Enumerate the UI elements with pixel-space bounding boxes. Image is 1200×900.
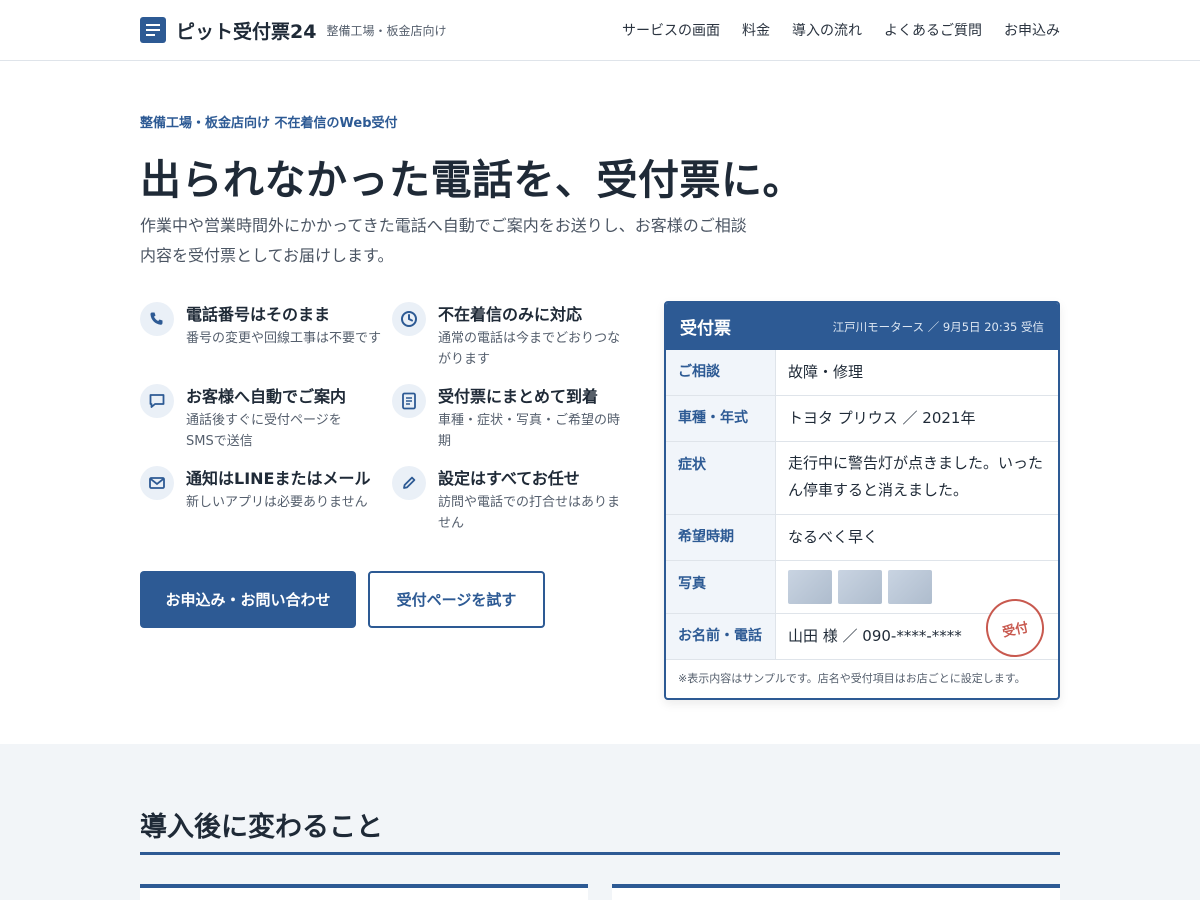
ticket-row-label: ご相談 <box>666 350 776 395</box>
ticket-row-value: 走行中に警告灯が点きました。いったん停車すると消えました。 <box>788 454 1044 499</box>
section-divider <box>140 852 1060 855</box>
ticket-row-value: トヨタ プリウス ／ 2021年 <box>788 409 976 427</box>
feature-title: 設定はすべてお任せ <box>438 469 580 488</box>
document-icon <box>392 384 426 418</box>
feature-title: 電話番号はそのまま <box>186 305 331 324</box>
hero-lead: 作業中や営業時間外にかかってきた電話へ自動でご案内をお送りし、お客様のご相談内容… <box>140 216 747 265</box>
ticket-row-value: 故障・修理 <box>788 363 864 381</box>
nav-link-screens[interactable]: サービスの画面 <box>622 20 720 40</box>
hero-section: 整備工場・板金店向け 不在着信のWeb受付 出られなかった電話を、受付票に。 作… <box>140 61 1060 744</box>
feature-item: 電話番号はそのまま 番号の変更や回線工事は不要です <box>140 302 392 370</box>
nav-link-flow[interactable]: 導入の流れ <box>792 20 862 40</box>
feature-desc: 番号の変更や回線工事は不要です <box>186 331 382 346</box>
ticket-row: 車種・年式 トヨタ プリウス ／ 2021年 <box>666 396 1058 442</box>
feature-item: 不在着信のみに対応 通常の電話は今までどおりつながります <box>392 302 640 370</box>
ticket-row-label: お名前・電話 <box>666 614 776 659</box>
main-nav: サービスの画面 料金 導入の流れ よくあるご質問 お申込み <box>622 20 1060 40</box>
mail-icon <box>140 466 174 500</box>
cta-row: お申込み・お問い合わせ 受付ページを試す <box>140 571 545 628</box>
brand-name: ピット受付票24 <box>176 20 317 43</box>
feature-item: 通知はLINEまたはメール 新しいアプリは必要ありません <box>140 466 392 534</box>
section-card <box>140 884 588 900</box>
try-reception-page-button[interactable]: 受付ページを試す <box>368 571 545 628</box>
feature-title: 不在着信のみに対応 <box>438 305 583 324</box>
feature-item: 設定はすべてお任せ 訪問や電話での打合せはありません <box>392 466 640 534</box>
brand-tagline: 整備工場・板金店向け <box>326 23 447 38</box>
ticket-meta: 江戸川モータース ／ 9月5日 20:35 受信 <box>832 319 1044 334</box>
nav-link-faq[interactable]: よくあるご質問 <box>884 20 982 40</box>
nav-link-pricing[interactable]: 料金 <box>742 20 770 40</box>
feature-title: お客様へ自動でご案内 <box>186 387 347 406</box>
sample-ticket-card: 受付票 江戸川モータース ／ 9月5日 20:35 受信 ご相談 故障・修理 車… <box>664 301 1060 700</box>
ticket-row-value: なるべく早く <box>788 528 879 546</box>
hero-headline: 出られなかった電話を、受付票に。 <box>140 156 804 204</box>
feature-desc: 車種・症状・写真・ご希望の時期 <box>438 413 621 449</box>
ticket-row-label: 車種・年式 <box>666 396 776 441</box>
document-logo-icon <box>140 17 166 43</box>
feature-item: 受付票にまとめて到着 車種・症状・写真・ご希望の時期 <box>392 384 640 452</box>
site-header: ピット受付票24 整備工場・板金店向け サービスの画面 料金 導入の流れ よくあ… <box>0 0 1200 61</box>
section-card <box>612 884 1060 900</box>
ticket-row-label: 希望時期 <box>666 515 776 560</box>
feature-desc: 訪問や電話での打合せはありません <box>438 495 621 531</box>
ticket-title: 受付票 <box>680 319 731 339</box>
hero-eyebrow: 整備工場・板金店向け 不在着信のWeb受付 <box>140 116 398 131</box>
chat-icon <box>140 384 174 418</box>
feature-desc: 通話後すぐに受付ページをSMSで送信 <box>186 413 342 449</box>
section-title: 導入後に変わること <box>140 812 383 843</box>
phone-icon <box>140 302 174 336</box>
feature-title: 受付票にまとめて到着 <box>438 387 599 406</box>
photo-thumbnail[interactable] <box>888 570 932 604</box>
ticket-note: ※表示内容はサンプルです。店名や受付項目はお店ごとに設定します。 <box>678 672 1026 685</box>
ticket-header: 受付票 江戸川モータース ／ 9月5日 20:35 受信 <box>666 303 1058 350</box>
ticket-row: 希望時期 なるべく早く <box>666 515 1058 561</box>
ticket-row-label: 症状 <box>666 442 776 514</box>
ticket-row: ご相談 故障・修理 <box>666 350 1058 396</box>
photo-thumbnail[interactable] <box>838 570 882 604</box>
ticket-row: 症状 走行中に警告灯が点きました。いったん停車すると消えました。 <box>666 442 1058 515</box>
pencil-icon <box>392 466 426 500</box>
nav-link-apply[interactable]: お申込み <box>1004 20 1060 40</box>
clock-icon <box>392 302 426 336</box>
photo-thumbnail[interactable] <box>788 570 832 604</box>
feature-item: お客様へ自動でご案内 通話後すぐに受付ページをSMSで送信 <box>140 384 392 452</box>
feature-desc: 新しいアプリは必要ありません <box>186 495 368 510</box>
feature-list: 電話番号はそのまま 番号の変更や回線工事は不要です 不在着信のみに対応 通常の電… <box>140 302 640 534</box>
apply-contact-button[interactable]: お申込み・お問い合わせ <box>140 571 356 628</box>
ticket-row-label: 写真 <box>666 561 776 613</box>
feature-desc: 通常の電話は今までどおりつながります <box>438 331 621 367</box>
brand[interactable]: ピット受付票24 整備工場・板金店向け <box>140 17 446 44</box>
feature-title: 通知はLINEまたはメール <box>186 469 371 488</box>
changes-section: 導入後に変わること <box>0 744 1200 900</box>
